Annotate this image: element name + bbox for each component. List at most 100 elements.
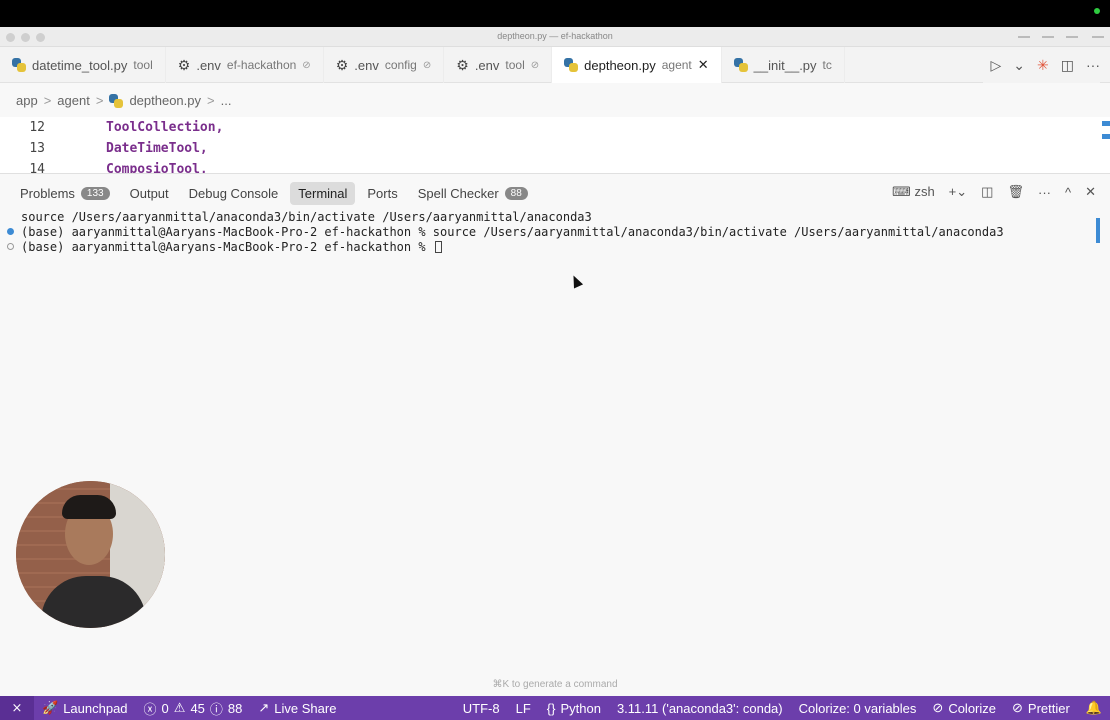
breadcrumb-item[interactable]: ... — [221, 93, 232, 108]
terminal-shell-selector[interactable]: ⌨ zsh — [892, 184, 935, 200]
command-success-icon[interactable] — [7, 228, 14, 235]
live-share-button[interactable]: ↗ Live Share — [250, 700, 344, 716]
prettier-label: Prettier — [1027, 700, 1070, 716]
python-icon — [733, 58, 748, 72]
line-number: 13 — [29, 141, 45, 156]
remote-indicator-icon[interactable]: ⨯ — [0, 696, 34, 720]
close-panel-icon[interactable]: ✕ — [1085, 184, 1096, 200]
run-menu-icon[interactable]: ⌄ — [1013, 57, 1025, 74]
trash-icon[interactable]: 🗑 — [1007, 184, 1024, 200]
error-icon: ⓧ — [143, 701, 157, 717]
tab-env-tool[interactable]: ⚙ .env tool ⊘ — [444, 47, 553, 83]
gear-icon: ⚙ — [456, 56, 469, 73]
layout-toggle-icon[interactable] — [1042, 36, 1054, 38]
ignored-icon: ⊘ — [422, 59, 432, 71]
editor-actions: ▷ ⌄ ✳ ◫ ··· — [982, 47, 1100, 83]
colorize-variables-status[interactable]: Colorize: 0 variables — [791, 701, 925, 716]
error-count: 0 — [161, 700, 169, 716]
tab-env-config[interactable]: ⚙ .env config ⊘ — [324, 47, 445, 83]
tab-close-icon[interactable]: ✕ — [698, 57, 709, 73]
prettier-button[interactable]: ⊘ Prettier — [1004, 700, 1078, 716]
language-mode-button[interactable]: {} Python — [539, 701, 609, 716]
problems-summary[interactable]: ⓧ 0 ⚠ 45 ⓘ 88 — [136, 699, 251, 718]
shell-label: zsh — [914, 184, 935, 199]
tab-label: Debug Console — [188, 186, 279, 201]
tab-folder: config — [384, 58, 417, 72]
tab-label: Problems — [20, 186, 75, 201]
gear-icon: ⚙ — [177, 56, 191, 73]
ignored-icon: ⊘ — [530, 59, 540, 71]
tab-problems[interactable]: Problems 133 — [12, 182, 118, 205]
command-pending-icon[interactable] — [7, 243, 14, 250]
panel-tabs: Problems 133 Output Debug Console Termin… — [12, 182, 536, 205]
tab-env-ef-hackathon[interactable]: ⚙ .env ef-hackathon ⊘ — [166, 47, 324, 83]
layout-toggle-icon[interactable] — [1092, 36, 1104, 38]
eol-button[interactable]: LF — [508, 701, 539, 716]
layout-toggle-icon[interactable] — [1066, 36, 1078, 38]
launchpad-button[interactable]: 🚀 Launchpad — [34, 700, 136, 716]
terminal-line: (base) aaryanmittal@Aaryans-MacBook-Pro-… — [0, 224, 1110, 239]
tab-label: .env — [196, 57, 221, 73]
warning-count: 45 — [190, 700, 205, 716]
maximize-panel-icon[interactable]: ^ — [1065, 185, 1071, 200]
encoding-button[interactable]: UTF-8 — [455, 701, 508, 716]
run-icon[interactable]: ▷ — [991, 57, 1002, 74]
title-bar: deptheon.py — ef-hackathon — [0, 27, 1110, 47]
blocked-icon: ⊘ — [932, 700, 944, 715]
tab-output[interactable]: Output — [122, 182, 177, 205]
tab-deptheon[interactable]: deptheon.py agent ✕ — [552, 47, 722, 83]
tab-label: .env — [474, 57, 500, 73]
colorize-label: Colorize — [948, 700, 996, 716]
terminal-text: (base) aaryanmittal@Aaryans-MacBook-Pro-… — [21, 239, 433, 254]
tab-folder: ef-hackathon — [226, 58, 297, 72]
tab-init[interactable]: __init__.py tc — [722, 47, 845, 83]
editor-tabs: datetime_tool.py tool ⚙ .env ef-hackatho… — [0, 47, 1110, 83]
tab-label: Ports — [367, 186, 398, 201]
live-share-icon: ↗ — [258, 700, 270, 715]
terminal-line: source /Users/aaryanmittal/anaconda3/bin… — [0, 209, 1110, 224]
status-bar: ⨯ 🚀 Launchpad ⓧ 0 ⚠ 45 ⓘ 88 ↗ Live Share… — [0, 696, 1110, 720]
code-text: DateTimeTool, — [106, 141, 208, 156]
more-actions-icon[interactable]: ··· — [1038, 185, 1051, 200]
bottom-panel: Problems 133 Output Debug Console Termin… — [0, 173, 1110, 696]
ignored-icon: ⊘ — [302, 59, 311, 71]
tab-debug-console[interactable]: Debug Console — [181, 182, 287, 205]
split-terminal-icon[interactable]: ◫ — [981, 184, 993, 200]
line-number: 14 — [29, 162, 45, 173]
terminal-line: (base) aaryanmittal@Aaryans-MacBook-Pro-… — [0, 239, 1110, 254]
python-interpreter-button[interactable]: 3.11.11 ('anaconda3': conda) — [609, 701, 791, 716]
notifications-bell-icon[interactable]: 🔔 — [1078, 700, 1110, 716]
terminal-scrollbar[interactable] — [1096, 218, 1100, 243]
generate-command-hint: ⌘K to generate a command — [492, 679, 618, 690]
language-label: Python — [560, 700, 601, 716]
breadcrumb-item[interactable]: app — [16, 93, 38, 108]
new-terminal-button[interactable]: +⌄ — [949, 184, 968, 200]
tab-label: deptheon.py — [584, 57, 656, 73]
tab-folder: agent — [661, 58, 692, 72]
python-icon — [12, 58, 26, 72]
tab-label: .env — [354, 57, 379, 73]
code-text: ComposioTool, — [106, 162, 208, 173]
terminal-cursor — [434, 240, 442, 253]
tab-datetime-tool[interactable]: datetime_tool.py tool — [0, 47, 166, 83]
launchpad-label: Launchpad — [63, 700, 128, 716]
tab-terminal[interactable]: Terminal — [290, 182, 356, 205]
chevron-right-icon: > — [95, 93, 104, 108]
webcam-overlay — [16, 481, 165, 628]
tab-label: Terminal — [298, 186, 348, 201]
editor-scrollbar-markers[interactable] — [1102, 121, 1110, 147]
breadcrumb-item[interactable]: deptheon.py — [129, 93, 201, 108]
tab-spell-checker[interactable]: Spell Checker 88 — [410, 182, 536, 205]
colorize-button[interactable]: ⊘ Colorize — [924, 700, 1004, 716]
breadcrumb-item[interactable]: agent — [57, 93, 90, 108]
more-actions-icon[interactable]: ··· — [1086, 57, 1100, 73]
info-count: 88 — [227, 700, 243, 716]
code-editor[interactable]: 12 ToolCollection, 13 DateTimeTool, 14 C… — [0, 117, 1110, 173]
burst-icon[interactable]: ✳ — [1037, 57, 1049, 74]
tab-ports[interactable]: Ports — [359, 182, 405, 205]
info-icon: ⓘ — [209, 701, 223, 717]
split-editor-icon[interactable]: ◫ — [1061, 57, 1074, 74]
terminal-output[interactable]: source /Users/aaryanmittal/anaconda3/bin… — [0, 209, 1110, 254]
layout-toggle-icon[interactable] — [1018, 36, 1030, 38]
line-number: 12 — [29, 120, 45, 135]
